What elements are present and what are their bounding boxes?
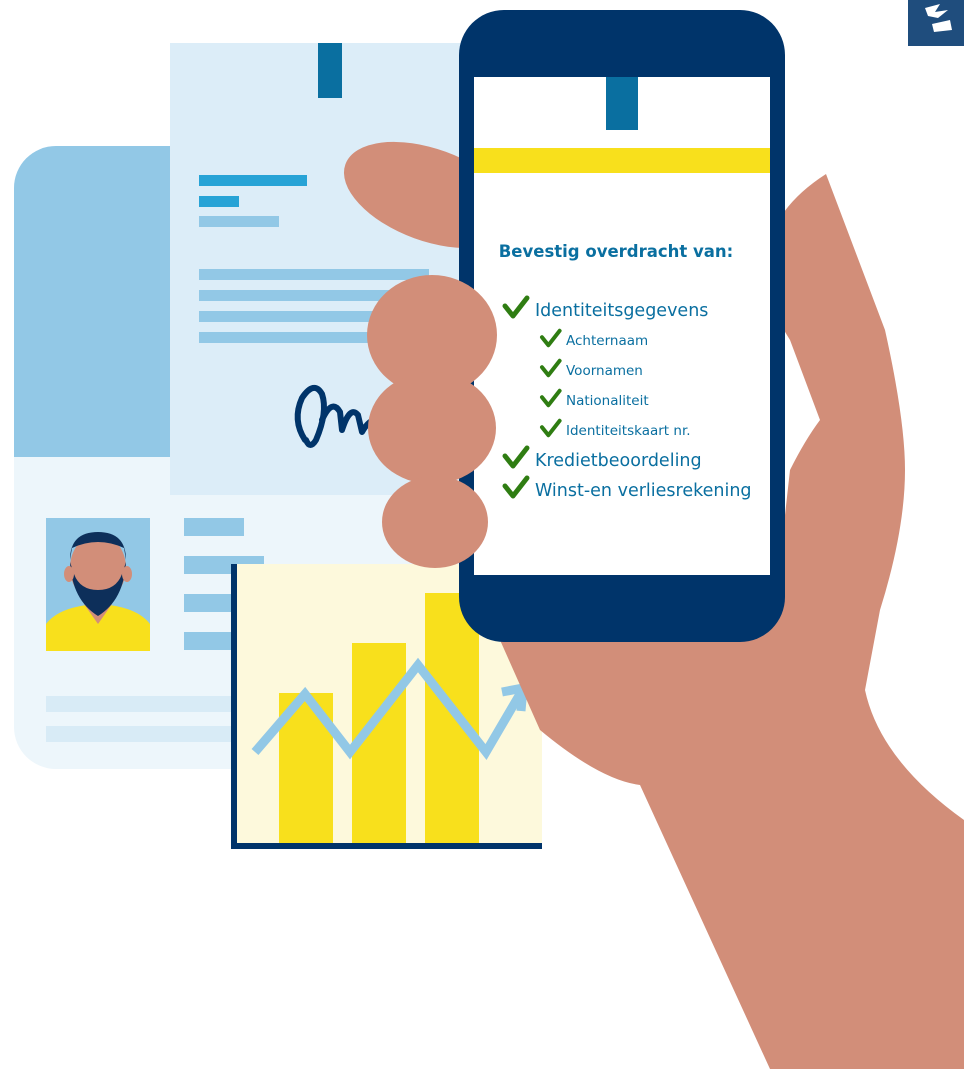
checklist-label: Nationaliteit bbox=[566, 393, 649, 409]
phone: Bevestig overdracht van: Identiteitsgege… bbox=[459, 10, 785, 642]
checklist-item: Identiteitsgegevens bbox=[502, 295, 708, 321]
checklist-label: Achternaam bbox=[566, 333, 648, 349]
checklist-label: Identiteitsgegevens bbox=[535, 301, 708, 321]
fingers bbox=[367, 275, 497, 568]
checklist-item: Kredietbeoordeling bbox=[502, 445, 702, 471]
illustration-svg: Bevestig overdracht van: Identiteitsgege… bbox=[14, 0, 964, 1069]
logo-icon bbox=[908, 0, 964, 46]
checklist-label: Voornamen bbox=[566, 363, 643, 379]
chart-bar bbox=[425, 593, 479, 843]
checklist-label: Winst-en verliesrekening bbox=[535, 481, 752, 501]
phone-heading: Bevestig overdracht van: bbox=[499, 242, 734, 261]
checklist-label: Identiteitskaart nr. bbox=[566, 423, 691, 439]
illustration-scene: Bevestig overdracht van: Identiteitsgege… bbox=[0, 0, 964, 1069]
checklist-item: Winst-en verliesrekening bbox=[502, 475, 752, 501]
checklist-label: Kredietbeoordeling bbox=[535, 451, 702, 471]
